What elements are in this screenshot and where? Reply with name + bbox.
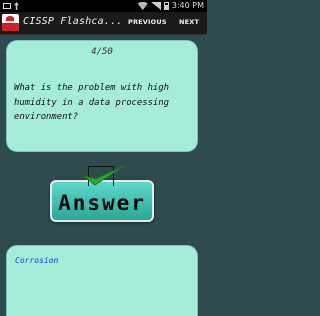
status-time: 3:40 PM (171, 1, 204, 10)
previous-button[interactable]: PREVIOUS (128, 18, 167, 26)
system-icons: 3:40 PM (137, 1, 204, 11)
app-logo-icon (2, 14, 19, 31)
question-text: What is the problem with high humidity i… (14, 83, 169, 122)
signal-icon (150, 2, 161, 10)
app-title: CISSP Flashca... (23, 16, 123, 27)
app-bar: CISSP Flashca... PREVIOUS NEXT (0, 12, 207, 35)
wifi-icon (137, 2, 148, 10)
checkmark-icon (83, 165, 125, 186)
answer-card: Corrosion (7, 246, 197, 316)
mail-icon (3, 3, 11, 9)
card-counter: 4/50 (91, 47, 113, 57)
status-bar: 3:40 PM (0, 0, 207, 12)
battery-icon (163, 2, 169, 10)
answer-text: Corrosion (15, 256, 59, 265)
question-card: 4/50 What is the problem with high humid… (7, 41, 197, 151)
next-button[interactable]: NEXT (179, 18, 199, 26)
answer-button-label: Answer (58, 191, 146, 215)
notification-icons (3, 2, 21, 10)
usb-icon (14, 2, 19, 10)
answer-button[interactable]: Answer (50, 165, 154, 230)
